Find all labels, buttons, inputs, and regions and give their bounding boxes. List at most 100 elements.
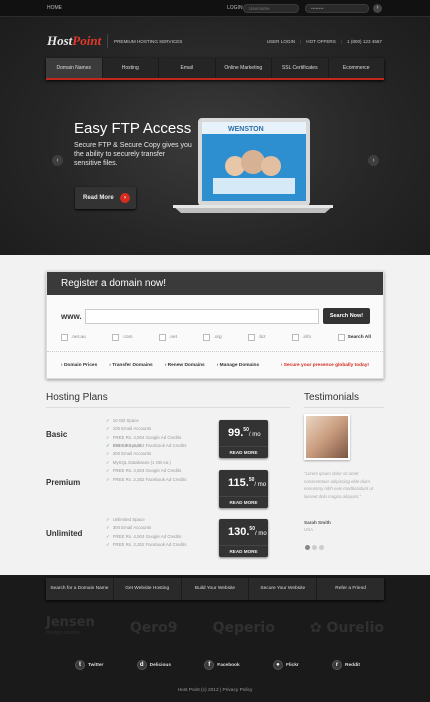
testimonial-author: Sarah Smith [304, 520, 331, 525]
plan-features: 150 GB Space 200 Email Accounts MySQL Da… [106, 442, 187, 484]
plan-price: 130.50/ mo [228, 526, 267, 538]
footer-link-build-website[interactable]: Build Your Website [182, 578, 250, 600]
domain-prices-link[interactable]: › Domain Prices [61, 363, 97, 368]
footer-link-search-domain[interactable]: Search for a Domain Name [46, 578, 114, 600]
link-label: Renew Domains [167, 362, 205, 368]
plan-premium-content: Premium 150 GB Space 200 Email Accounts … [46, 442, 268, 508]
domain-search-input[interactable] [85, 309, 319, 324]
plan-feature: FREE Rs. 2,252 Facebook Ad Credits [106, 541, 187, 549]
checkbox[interactable] [248, 334, 256, 341]
tld-checkbox-com[interactable]: .com [112, 334, 133, 341]
tld-options: .net.au .com .net .org .biz .info Search… [61, 334, 371, 341]
nav-item-hosting[interactable]: Hosting [103, 58, 159, 78]
footer-link-secure-website[interactable]: Secure Your Website [249, 578, 318, 600]
checkbox[interactable] [61, 334, 68, 341]
tld-checkbox-net-au[interactable]: .net.au [61, 334, 86, 341]
pager-dot[interactable] [312, 545, 317, 550]
delicious-link[interactable]: d Delicious [136, 660, 171, 670]
password-input[interactable] [305, 4, 369, 13]
plan-price: 115.50/ mo [228, 477, 266, 489]
checkbox[interactable] [158, 334, 166, 341]
username-input[interactable] [243, 4, 299, 13]
nav-item-email[interactable]: Email [159, 58, 216, 78]
logo-host: Host [47, 33, 73, 48]
logo-point: Point [72, 33, 102, 48]
search-all-label: Search All [347, 335, 371, 340]
checkbox[interactable] [292, 334, 300, 341]
copyright[interactable]: Host Point (c) 2012 | Privacy Policy [0, 688, 430, 693]
slider-next-button[interactable]: › [368, 155, 379, 166]
header-separator: | [340, 39, 342, 44]
tld-label: .com [122, 335, 133, 340]
checkbox[interactable] [203, 334, 211, 341]
login-submit-button[interactable]: › [373, 4, 382, 13]
read-more-button[interactable]: Read More › [75, 187, 136, 209]
plan-name: Premium [46, 478, 81, 487]
twitter-icon: t [75, 660, 85, 670]
header-links: USER LOGIN | HOT OFFERS | 1 (800) 123 45… [267, 39, 382, 44]
price-value: 99. [228, 427, 244, 439]
domain-register-box: Register a domain now! www. Search Now! … [46, 271, 384, 379]
pager-dot[interactable] [319, 545, 324, 550]
social-label: Flickr [285, 662, 299, 668]
social-label: Delicious [149, 662, 171, 668]
manage-domains-link[interactable]: › Manage Domains [217, 363, 259, 368]
testimonial-pager [305, 545, 324, 550]
plan-unlimited: Unlimited Unlimited Space 300 Email Acco… [46, 516, 268, 557]
tld-checkbox-biz[interactable]: .biz [248, 334, 266, 341]
nav-item-domain-names[interactable]: Domain Names [46, 58, 103, 78]
header-separator: | [300, 39, 302, 44]
flickr-link[interactable]: ● Flickr [272, 660, 299, 670]
price-period: / mo [254, 482, 267, 488]
domain-links: › Domain Prices › Transfer Domains › Ren… [47, 351, 383, 378]
phone-number: 1 (800) 123 4567 [347, 39, 382, 44]
search-now-button[interactable]: Search Now! [323, 308, 370, 324]
slider-prev-button[interactable]: ‹ [52, 155, 63, 166]
secure-presence-link[interactable]: › Secure your presence globally today! [281, 363, 369, 368]
logo[interactable]: HostPoint [47, 33, 101, 49]
read-more-button[interactable]: READ MORE [219, 496, 268, 508]
link-label: Secure your presence globally today! [283, 362, 369, 368]
plan-feature: MySQL Databases (1 GB ea.) [106, 459, 186, 467]
price-value: 115. [228, 477, 249, 489]
price-box: 115.50/ mo READ MORE [219, 470, 268, 508]
plan-feature: FREE Rs. 4,504 Google Ad Credits [106, 467, 186, 475]
partner-logo-ourelio[interactable]: ✿ Ourelio [310, 620, 384, 636]
tld-checkbox-info[interactable]: .info [292, 334, 311, 341]
nav-item-ssl-certificates[interactable]: SSL Certificates [272, 58, 329, 78]
pager-dot[interactable] [305, 545, 310, 550]
nav-item-ecommerce[interactable]: Ecommerce [329, 58, 385, 78]
user-login-link[interactable]: USER LOGIN [267, 39, 295, 44]
tld-checkbox-org[interactable]: .org [203, 334, 222, 341]
footer-link-refer-friend[interactable]: Refer a Friend [317, 578, 384, 600]
partner-logo-qero9[interactable]: Qero9 [130, 620, 178, 636]
plan-name: Unlimited [46, 529, 83, 538]
laptop-screen-brand: WENSTON [228, 126, 264, 133]
checkbox[interactable] [112, 334, 120, 341]
testimonial-quote: “Lorem ipsum dolor sit amet consectetuer… [304, 471, 374, 499]
logo-divider [107, 34, 108, 48]
read-more-button[interactable]: READ MORE [219, 545, 268, 557]
partner-logo-jensen[interactable]: Jensen design studio [46, 616, 95, 639]
price-period: / mo [254, 531, 267, 537]
delicious-icon: d [136, 660, 147, 670]
renew-domains-link[interactable]: › Renew Domains [165, 363, 205, 368]
plan-feature: 150 GB Space [106, 442, 186, 450]
main-nav: Domain Names Hosting Email Online Market… [46, 58, 384, 80]
reddit-link[interactable]: r Reddit [332, 660, 360, 670]
testimonial-company: USA [304, 527, 314, 532]
home-link[interactable]: HOME [47, 5, 62, 11]
partner-logo-qeperio[interactable]: Qeperio [213, 620, 275, 636]
footer-link-get-hosting[interactable]: Get Website Hosting [114, 578, 182, 600]
transfer-domains-link[interactable]: › Transfer Domains [109, 363, 152, 368]
nav-item-online-marketing[interactable]: Online Marketing [216, 58, 272, 78]
checkbox[interactable] [337, 334, 345, 341]
register-title: Register a domain now! [47, 272, 383, 295]
price-value: 130. [228, 526, 250, 538]
tld-checkbox-net[interactable]: .net [158, 334, 177, 341]
hot-offers-link[interactable]: HOT OFFERS [306, 39, 336, 44]
search-all-checkbox[interactable]: Search All [337, 334, 371, 341]
twitter-link[interactable]: t Twitter [75, 660, 103, 670]
social-label: Twitter [88, 662, 104, 668]
facebook-link[interactable]: f Facebook [204, 660, 240, 670]
